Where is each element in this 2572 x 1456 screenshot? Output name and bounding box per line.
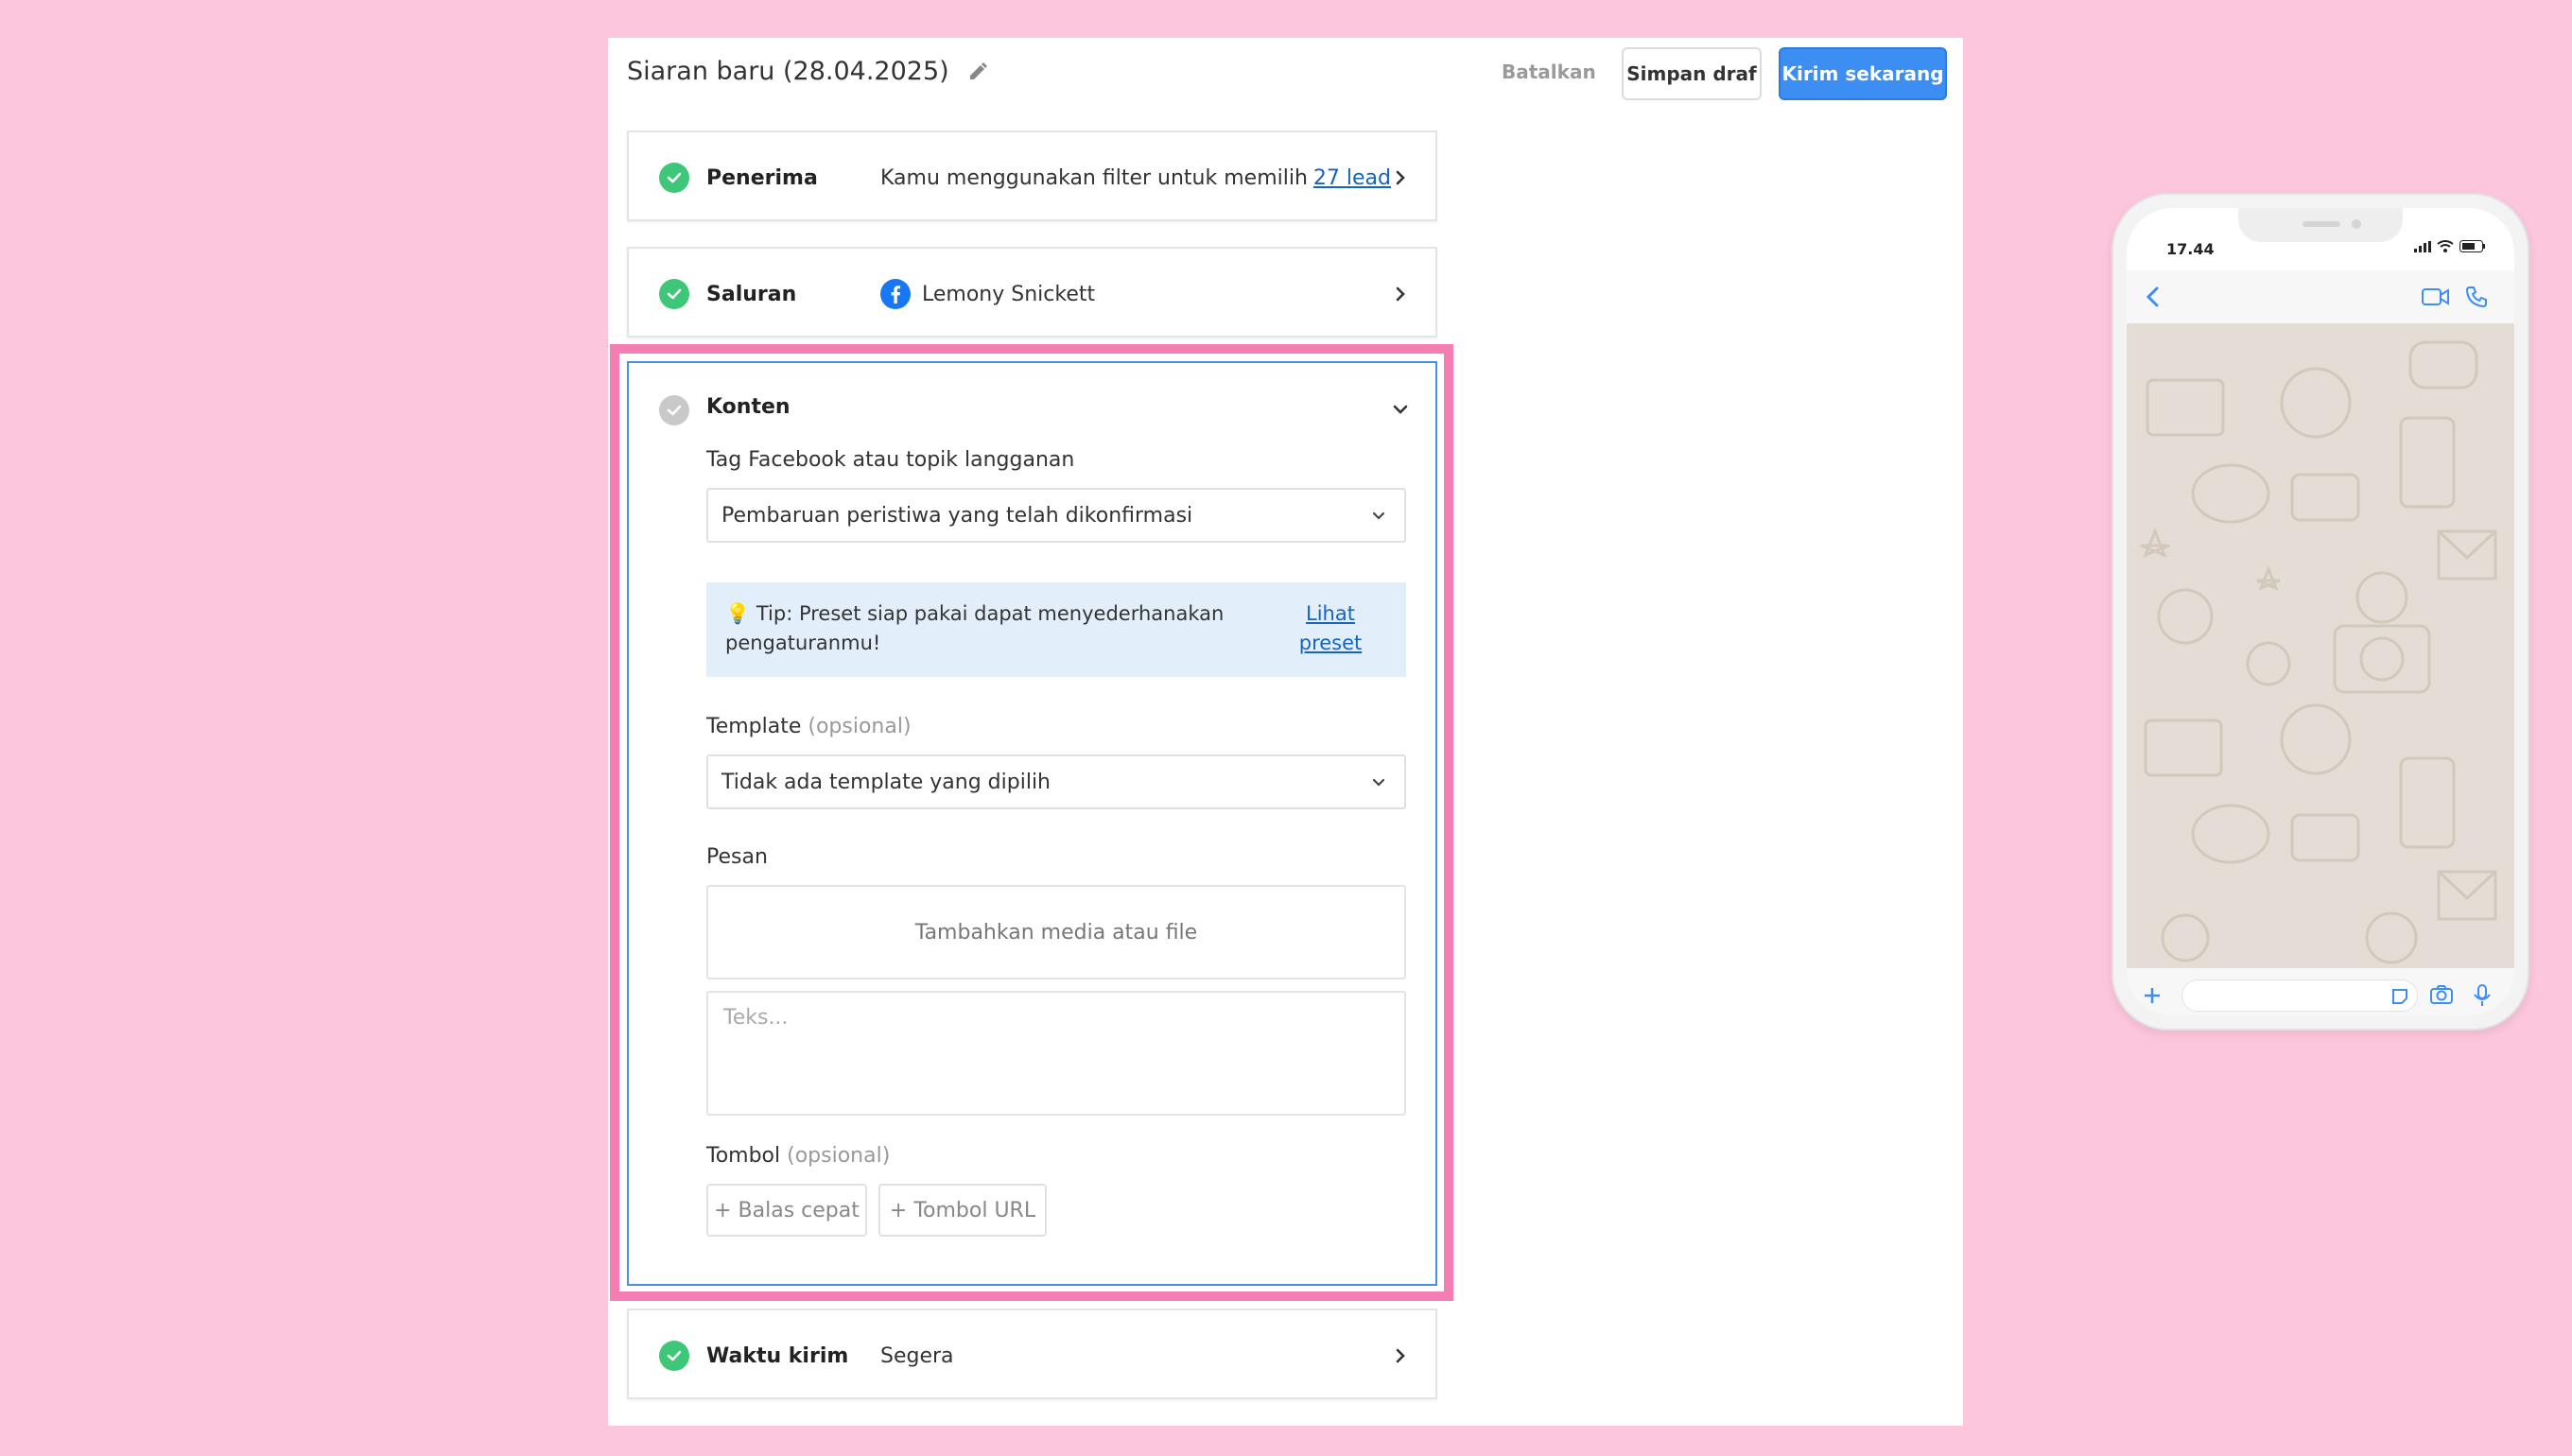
recipients-text: Kamu menggunakan filter untuk memilih	[880, 165, 1308, 190]
step-send-time-value: Segera	[880, 1343, 954, 1368]
phone-call-icon[interactable]	[2465, 286, 2488, 308]
chevron-right-icon	[1396, 170, 1405, 185]
step-channel[interactable]: Saluran Lemony Snickett	[627, 247, 1437, 338]
tip-banner: 💡 Tip: Preset siap pakai dapat menyederh…	[706, 582, 1406, 677]
wifi-icon	[2437, 240, 2454, 252]
back-icon[interactable]	[2144, 286, 2163, 308]
step-content-label: Konten	[706, 395, 791, 419]
phone-notch	[2238, 208, 2403, 242]
chat-wallpaper	[2127, 323, 2514, 968]
video-call-icon[interactable]	[2422, 287, 2450, 306]
check-icon	[659, 395, 689, 425]
step-content: Konten Tag Facebook atau topik langganan…	[627, 361, 1437, 1286]
step-content-header[interactable]: Konten	[629, 363, 1435, 448]
plus-icon[interactable]	[2142, 985, 2163, 1006]
message-label: Pesan	[706, 845, 768, 869]
step-recipients[interactable]: Penerima Kamu menggunakan filter untuk m…	[627, 130, 1437, 221]
chevron-down-icon[interactable]	[1392, 401, 1409, 418]
lightbulb-icon: 💡	[725, 602, 751, 625]
phone-screen: 17.44	[2127, 208, 2514, 1015]
page-title: Siaran baru (28.04.2025)	[627, 57, 989, 86]
doodle-pattern	[2140, 340, 2497, 964]
check-icon	[659, 1341, 689, 1371]
buttons-optional-text: (opsional)	[787, 1144, 891, 1168]
chat-header	[2127, 270, 2514, 323]
tag-select-value: Pembaruan peristiwa yang telah dikonfirm…	[721, 503, 1193, 528]
channel-name: Lemony Snickett	[922, 282, 1096, 306]
check-icon	[659, 279, 689, 309]
tag-select[interactable]: Pembaruan peristiwa yang telah dikonfirm…	[706, 488, 1406, 543]
chevron-right-icon	[1396, 1348, 1405, 1363]
check-icon	[659, 163, 689, 193]
page-title-text: Siaran baru (28.04.2025)	[627, 57, 949, 86]
battery-icon	[2459, 240, 2485, 252]
signal-icon	[2414, 240, 2431, 252]
buttons-label: Tombol (opsional)	[706, 1144, 890, 1168]
template-select-value: Tidak ada template yang dipilih	[721, 770, 1051, 794]
view-presets-link[interactable]: Lihat preset	[1293, 599, 1368, 658]
template-optional-text: (opsional)	[808, 715, 912, 738]
message-text-input[interactable]: Teks...	[706, 991, 1406, 1116]
chat-input-bar	[2127, 968, 2514, 1015]
status-icons	[2414, 240, 2486, 252]
step-channel-label: Saluran	[706, 282, 797, 306]
template-select[interactable]: Tidak ada template yang dipilih	[706, 754, 1406, 809]
status-time: 17.44	[2166, 240, 2215, 258]
tip-text: Tip: Preset siap pakai dapat menyederhan…	[725, 602, 1225, 654]
quick-reply-button[interactable]: + Balas cepat	[706, 1184, 867, 1237]
phone-preview: 17.44	[2111, 193, 2529, 1031]
chevron-right-icon	[1396, 286, 1405, 302]
add-media-button[interactable]: Tambahkan media atau file	[706, 885, 1406, 979]
pencil-icon[interactable]	[966, 61, 989, 83]
facebook-icon	[880, 279, 911, 309]
url-button-button[interactable]: + Tombol URL	[878, 1184, 1047, 1237]
recipients-link[interactable]: 27 lead	[1313, 166, 1391, 190]
template-label: Template (opsional)	[706, 715, 912, 738]
step-send-time-label: Waktu kirim	[706, 1343, 849, 1368]
editor-header: Siaran baru (28.04.2025) Batalkan Simpan…	[608, 38, 1963, 112]
chevron-down-icon	[1372, 511, 1385, 520]
camera-icon[interactable]	[2429, 983, 2454, 1006]
step-channel-value: Lemony Snickett	[880, 279, 1095, 309]
template-label-text: Template	[706, 715, 802, 738]
buttons-label-text: Tombol	[706, 1144, 781, 1168]
send-now-button[interactable]: Kirim sekarang	[1779, 47, 1947, 100]
step-recipients-label: Penerima	[706, 165, 818, 190]
tip-text-wrapper: 💡 Tip: Preset siap pakai dapat menyederh…	[725, 599, 1274, 658]
step-recipients-value: Kamu menggunakan filter untuk memilih 27…	[880, 166, 1391, 190]
microphone-icon[interactable]	[2473, 983, 2492, 1008]
chevron-down-icon	[1372, 778, 1385, 787]
step-send-time[interactable]: Waktu kirim Segera	[627, 1309, 1437, 1399]
save-draft-button[interactable]: Simpan draf	[1622, 47, 1762, 100]
sticker-icon[interactable]	[2390, 987, 2409, 1006]
chat-message-field[interactable]	[2181, 979, 2418, 1012]
tag-label: Tag Facebook atau topik langganan	[706, 448, 1075, 472]
cancel-button[interactable]: Batalkan	[1502, 61, 1596, 83]
